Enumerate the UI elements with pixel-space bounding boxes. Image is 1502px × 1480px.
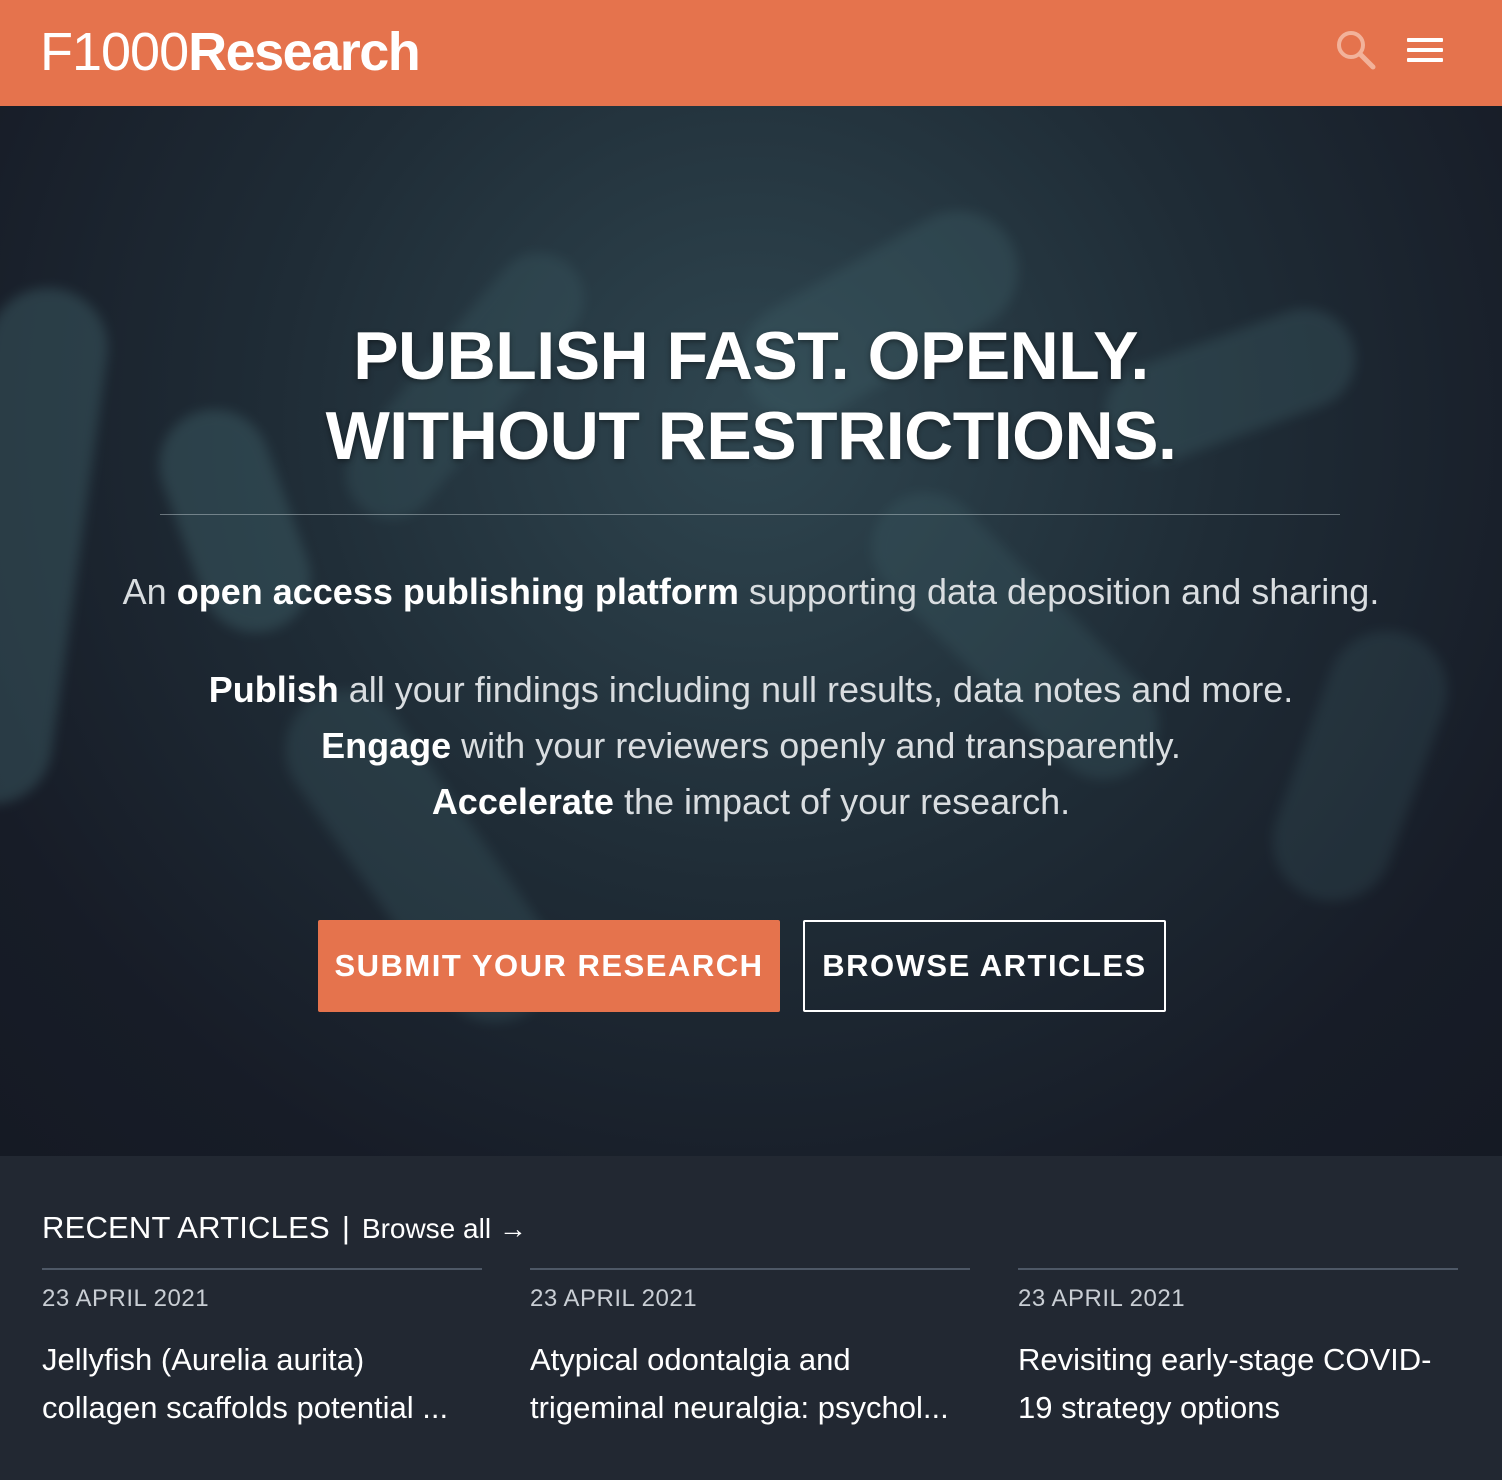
header-separator: | [341,1210,350,1245]
article-title-line: trigeminal neuralgia: psychol... [530,1390,949,1425]
value-point-keyword: Accelerate [431,781,614,822]
browse-articles-button[interactable]: BROWSE ARTICLES [803,920,1166,1012]
article-title-line: Revisiting early-stage COVID- [1018,1342,1432,1377]
logo-part-research: Research [188,22,421,82]
f1000research-logo[interactable]: F1000Research [40,22,421,82]
browse-all-label: Browse all [361,1213,492,1244]
article-card[interactable]: 23 APRIL 2021 Jellyfish (Aurelia aurita)… [42,1268,482,1432]
value-point-keyword: Publish [208,669,339,710]
value-point-accelerate: Accelerate the impact of your research. [0,774,1502,830]
article-title: Revisiting early-stage COVID- 19 strateg… [1018,1336,1458,1432]
article-date: 23 APRIL 2021 [1018,1285,1186,1312]
article-title: Atypical odontalgia and trigeminal neura… [530,1336,970,1432]
hero-divider [160,514,1340,515]
headline-line-2: WITHOUT RESTRICTIONS. [325,398,1177,474]
tagline-suffix: supporting data deposition and sharing. [748,571,1380,612]
search-icon[interactable] [1334,28,1378,72]
recent-articles-title: RECENT ARTICLES [42,1210,330,1245]
logo-part-f1000: F1000 [40,22,189,82]
value-point-keyword: Engage [321,725,452,766]
article-card[interactable]: 23 APRIL 2021 Atypical odontalgia and tr… [530,1268,970,1432]
article-title-line: Atypical odontalgia and [530,1342,851,1377]
value-point-publish: Publish all your findings including null… [0,662,1502,718]
submit-research-button[interactable]: SUBMIT YOUR RESEARCH [318,920,780,1012]
article-date: 23 APRIL 2021 [530,1285,698,1312]
recent-articles-section: RECENT ARTICLES | Browse all → 23 APRIL 20… [0,1156,1502,1480]
hero-tagline: An open access publishing platform suppo… [0,572,1502,612]
value-point-text: all your findings including null results… [348,669,1294,710]
article-title-line: Jellyfish (Aurelia aurita) [42,1342,365,1377]
headline-line-1: PUBLISH FAST. OPENLY. [353,318,1149,394]
article-title-line: collagen scaffolds potential ... [42,1390,449,1425]
value-point-text: the impact of your research. [623,781,1071,822]
article-date: 23 APRIL 2021 [42,1285,210,1312]
hamburger-menu-icon[interactable] [1402,30,1446,70]
hero-value-points: Publish all your findings including null… [0,662,1502,830]
hero-headline: PUBLISH FAST. OPENLY. WITHOUT RESTRICTIO… [0,316,1502,476]
article-card[interactable]: 23 APRIL 2021 Revisiting early-stage COV… [1018,1268,1458,1432]
tagline-emphasis: open access publishing platform [176,571,739,612]
tagline-prefix: An [122,571,167,612]
browse-all-link[interactable]: Browse all → [362,1213,527,1244]
value-point-engage: Engage with your reviewers openly and tr… [0,718,1502,774]
recent-articles-header: RECENT ARTICLES | Browse all → [42,1208,527,1249]
article-title: Jellyfish (Aurelia aurita) collagen scaf… [42,1336,482,1432]
arrow-right-icon: → [498,1213,527,1244]
article-title-line: 19 strategy options [1018,1390,1280,1425]
value-point-text: with your reviewers openly and transpare… [461,725,1181,766]
hero-section: PUBLISH FAST. OPENLY. WITHOUT RESTRICTIO… [0,106,1502,1156]
top-navbar: F1000Research [0,0,1502,106]
